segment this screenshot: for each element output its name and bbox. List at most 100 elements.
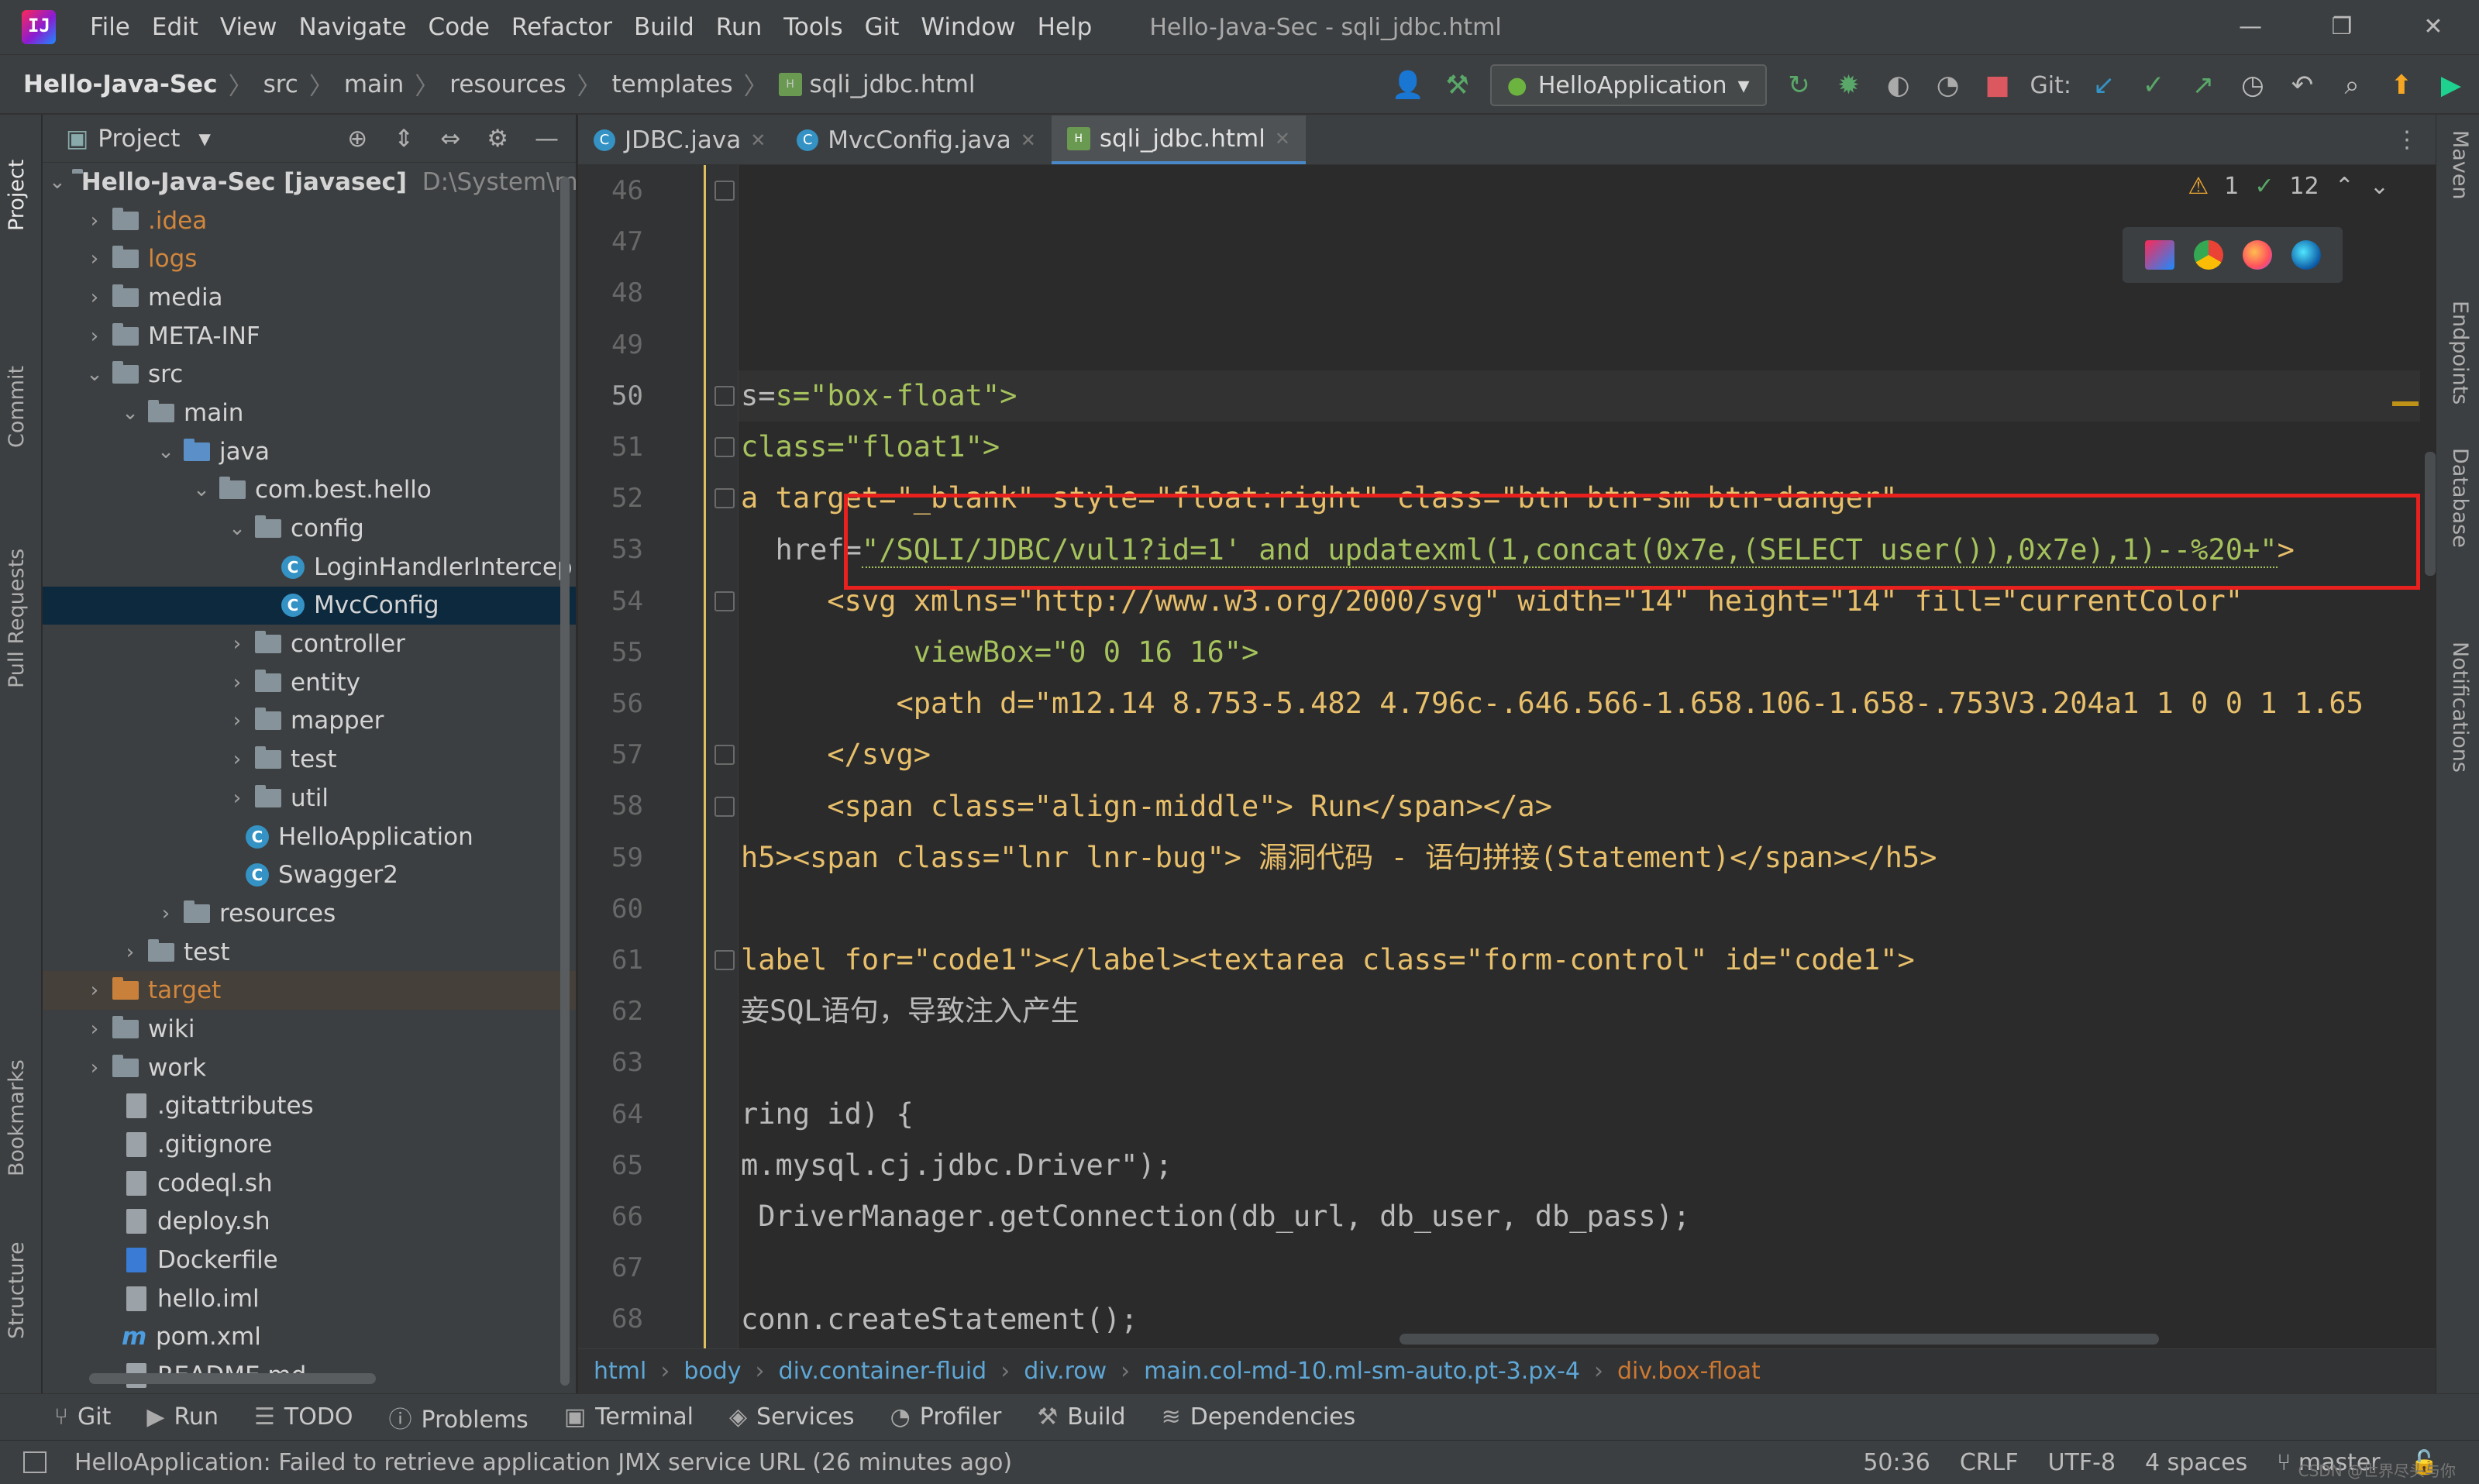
git-update-icon[interactable]: ↙: [2087, 68, 2121, 102]
project-panel-title[interactable]: Project: [98, 125, 180, 153]
indent-setting[interactable]: 4 spaces: [2145, 1449, 2247, 1476]
tree-item-test[interactable]: › test: [43, 933, 576, 972]
chevron-down-icon[interactable]: ⌄: [2370, 173, 2389, 200]
menu-build[interactable]: Build: [623, 13, 705, 41]
git-push-icon[interactable]: ↗: [2186, 68, 2220, 102]
fold-icon[interactable]: [714, 745, 735, 765]
tab-sqli-jdbc-html[interactable]: Hsqli_jdbc.html ✕: [1051, 115, 1306, 164]
menu-help[interactable]: Help: [1027, 13, 1103, 41]
chevron-down-icon[interactable]: ▾: [198, 125, 211, 153]
tree-item-target[interactable]: › target: [43, 971, 576, 1011]
menu-code[interactable]: Code: [418, 13, 501, 41]
tree-item-work[interactable]: › work: [43, 1048, 576, 1087]
line-separator[interactable]: CRLF: [1960, 1449, 2019, 1476]
more-icon[interactable]: ⋮: [2395, 126, 2419, 153]
bc-container-fluid[interactable]: div.container-fluid: [779, 1358, 987, 1385]
tree-item-test-pkg[interactable]: › test: [43, 740, 576, 779]
commit-tool-tab[interactable]: Commit: [5, 366, 29, 448]
toggle-tool-windows-icon[interactable]: [23, 1451, 46, 1473]
search-icon[interactable]: ⌕: [2335, 68, 2369, 102]
editor-vertical-scrollbar[interactable]: [2425, 452, 2436, 576]
bc-body[interactable]: body: [683, 1358, 741, 1385]
breadcrumb-main[interactable]: main: [344, 71, 404, 98]
tree-item-util[interactable]: › util: [43, 779, 576, 818]
tree-item-pom[interactable]: m pom.xml: [43, 1318, 576, 1357]
close-icon[interactable]: ✕: [1021, 129, 1036, 151]
tree-item-wiki[interactable]: › wiki: [43, 1010, 576, 1048]
tool-problems[interactable]: ⓘ Problems: [389, 1400, 529, 1434]
menu-refactor[interactable]: Refactor: [501, 13, 623, 41]
menu-view[interactable]: View: [209, 13, 288, 41]
breadcrumb-file[interactable]: sqli_jdbc.html: [809, 71, 975, 98]
close-icon[interactable]: ✕: [2388, 0, 2479, 54]
tool-profiler[interactable]: ◔ Profiler: [890, 1403, 1002, 1431]
file-encoding[interactable]: UTF-8: [2048, 1449, 2116, 1476]
project-tool-tab[interactable]: Project: [5, 160, 29, 231]
bc-row[interactable]: div.row: [1024, 1358, 1107, 1385]
run-configuration-select[interactable]: ● HelloApplication ▾: [1489, 64, 1767, 106]
coverage-icon[interactable]: ◐: [1882, 68, 1916, 102]
edge-icon[interactable]: [2291, 240, 2321, 270]
updates-icon[interactable]: ⬆: [2384, 68, 2419, 102]
project-vertical-scrollbar[interactable]: [560, 177, 570, 1386]
menu-tools[interactable]: Tools: [773, 13, 853, 41]
bc-box-float[interactable]: div.box-float: [1617, 1358, 1761, 1385]
status-message[interactable]: HelloApplication: Failed to retrieve app…: [74, 1449, 1012, 1476]
caret-position[interactable]: 50:36: [1863, 1449, 1930, 1476]
tree-item-com-best-hello[interactable]: ⌄ com.best.hello: [43, 471, 576, 510]
intellij-browser-icon[interactable]: [2144, 240, 2174, 270]
minimize-icon[interactable]: —: [2205, 0, 2296, 54]
code-with-me-icon[interactable]: ▶: [2434, 68, 2468, 102]
inspection-widget[interactable]: ⚠ 1 ✓ 12 ⌃ ⌄: [2188, 173, 2389, 200]
tree-item-meta-inf[interactable]: › META-INF: [43, 317, 576, 356]
breadcrumb-project[interactable]: Hello-Java-Sec: [23, 71, 218, 98]
notifications-tool-tab[interactable]: Notifications: [2448, 642, 2472, 773]
fold-icon[interactable]: [714, 386, 735, 406]
fold-icon[interactable]: [714, 950, 735, 970]
fold-icon[interactable]: [714, 181, 735, 201]
chrome-icon[interactable]: [2193, 240, 2223, 270]
rerun-icon[interactable]: ↻: [1782, 68, 1816, 102]
tool-build[interactable]: ⚒ Build: [1037, 1403, 1125, 1431]
chevron-up-icon[interactable]: ⌃: [2335, 173, 2354, 200]
hide-icon[interactable]: —: [535, 125, 559, 153]
locate-icon[interactable]: ⊕: [347, 125, 367, 153]
tree-item-hello-iml[interactable]: hello.iml: [43, 1279, 576, 1318]
firefox-icon[interactable]: [2242, 240, 2272, 270]
fold-icon[interactable]: [714, 591, 735, 611]
tree-item-gitignore[interactable]: .gitignore: [43, 1125, 576, 1164]
bookmarks-tool-tab[interactable]: Bookmarks: [5, 1059, 29, 1176]
expand-all-icon[interactable]: ⇕: [394, 125, 414, 153]
database-tool-tab[interactable]: Database: [2448, 448, 2472, 548]
tree-item-logs[interactable]: › logs: [43, 239, 576, 278]
breadcrumb-resources[interactable]: resources: [449, 71, 566, 98]
tree-item-deploy[interactable]: deploy.sh: [43, 1203, 576, 1241]
bc-main[interactable]: main.col-md-10.ml-sm-auto.pt-3.px-4: [1144, 1358, 1580, 1385]
history-icon[interactable]: ◷: [2236, 68, 2270, 102]
tree-item-controller[interactable]: › controller: [43, 625, 576, 663]
tree-item-mapper[interactable]: › mapper: [43, 702, 576, 741]
project-horizontal-scrollbar[interactable]: [89, 1373, 376, 1384]
structure-tool-tab[interactable]: Structure: [5, 1241, 29, 1339]
profile-icon[interactable]: ◔: [1931, 68, 1965, 102]
tool-git[interactable]: ⑂ Git: [54, 1403, 111, 1431]
tree-item-idea[interactable]: › .idea: [43, 201, 576, 240]
warning-stripe-marker[interactable]: [2392, 401, 2419, 406]
maven-tool-tab[interactable]: Maven: [2448, 130, 2472, 200]
menu-window[interactable]: Window: [910, 13, 1026, 41]
rollback-icon[interactable]: ↶: [2285, 68, 2319, 102]
tree-item-helloapplication[interactable]: C HelloApplication: [43, 818, 576, 856]
gear-icon[interactable]: ⚙: [487, 125, 508, 153]
collapse-all-icon[interactable]: ⇔: [440, 125, 460, 153]
bc-html[interactable]: html: [594, 1358, 646, 1385]
debug-icon[interactable]: ✹: [1832, 68, 1866, 102]
tree-root[interactable]: ⌄ Hello-Java-Sec [javasec] D:\System\min: [43, 163, 576, 201]
menu-file[interactable]: File: [79, 13, 141, 41]
menu-git[interactable]: Git: [854, 13, 911, 41]
fold-icon[interactable]: [714, 797, 735, 817]
user-icon[interactable]: 👤: [1391, 68, 1425, 102]
tree-item-java[interactable]: ⌄ java: [43, 432, 576, 471]
tool-dependencies[interactable]: ≋ Dependencies: [1162, 1403, 1356, 1431]
tab-mvcconfig-java[interactable]: C MvcConfig.java ✕: [781, 115, 1052, 164]
tree-item-codeql[interactable]: codeql.sh: [43, 1164, 576, 1203]
